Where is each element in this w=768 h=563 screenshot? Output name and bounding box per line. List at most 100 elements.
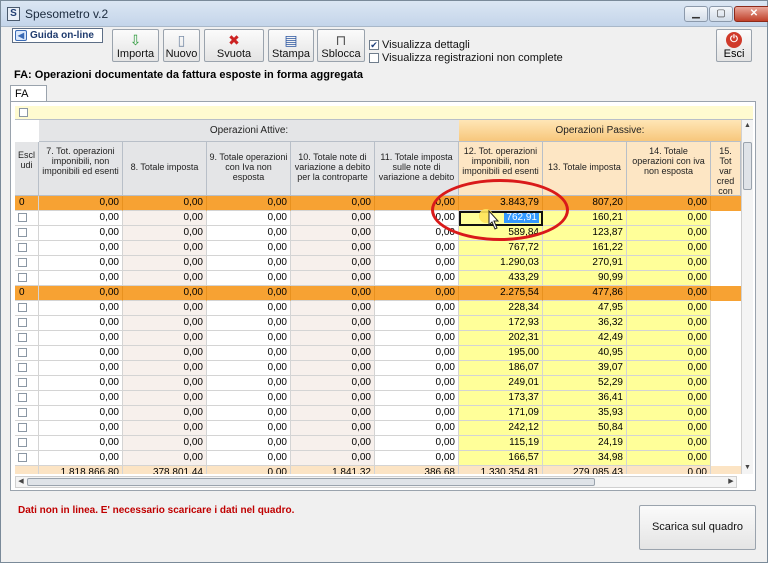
exit-button[interactable]: ⏻ Esci: [716, 29, 752, 62]
cell-col-8[interactable]: 0,00: [123, 211, 207, 226]
cell-col-8[interactable]: 0,00: [123, 391, 207, 406]
vertical-scrollbar[interactable]: ▲ ▼: [741, 120, 753, 474]
cell-col-10[interactable]: 0,00: [291, 211, 375, 226]
cell-col-10[interactable]: 0,00: [291, 301, 375, 316]
cell-col-14[interactable]: 0,00: [627, 421, 711, 436]
cell-col-14[interactable]: 0,00: [627, 346, 711, 361]
help-online-button[interactable]: ◀ Guida on-line: [12, 28, 103, 43]
cell-col-9[interactable]: 0,00: [207, 421, 291, 436]
cell-col-10[interactable]: 0,00: [291, 196, 375, 211]
table-row[interactable]: 0,00 0,00 0,00 0,00 0,00 166,57 34,98 0,00: [15, 451, 741, 466]
cell-col-9[interactable]: 0,00: [207, 301, 291, 316]
cell-col-12[interactable]: 195,00: [459, 346, 543, 361]
cell-col-14[interactable]: 0,00: [627, 466, 711, 474]
row-checkbox[interactable]: [18, 438, 27, 447]
cell-col-11[interactable]: 0,00: [375, 451, 459, 466]
cell-col-9[interactable]: 0,00: [207, 346, 291, 361]
cell-col-9[interactable]: 0,00: [207, 196, 291, 211]
cell-col-12[interactable]: 172,93: [459, 316, 543, 331]
cell-col-13[interactable]: 36,41: [543, 391, 627, 406]
column-header-7[interactable]: 7. Tot. operazioni imponibili, non impon…: [39, 142, 123, 196]
cell-col-13[interactable]: 47,95: [543, 301, 627, 316]
table-row[interactable]: 0,00 0,00 0,00 0,00 0,00 202,31 42,49 0,00: [15, 331, 741, 346]
stampa-button[interactable]: ▤ Stampa: [268, 29, 314, 62]
cell-col-12[interactable]: 767,72: [459, 241, 543, 256]
cell-col-10[interactable]: 0,00: [291, 271, 375, 286]
row-checkbox[interactable]: [18, 408, 27, 417]
exclude-checkbox[interactable]: [15, 331, 39, 346]
row-checkbox[interactable]: [18, 243, 27, 252]
cell-col-7[interactable]: 0,00: [39, 286, 123, 301]
cell-col-7[interactable]: 0,00: [39, 331, 123, 346]
cell-col-7[interactable]: 0,00: [39, 421, 123, 436]
exclude-checkbox[interactable]: [15, 451, 39, 466]
horizontal-scroll-thumb[interactable]: [27, 478, 595, 486]
cell-col-9[interactable]: 0,00: [207, 466, 291, 474]
group-row[interactable]: 0 0,00 0,00 0,00 0,00 0,00 2.275,54 477,86 0,00: [15, 286, 741, 301]
cell-col-7[interactable]: 0,00: [39, 211, 123, 226]
cell-col-10[interactable]: 0,00: [291, 421, 375, 436]
cell-col-10[interactable]: 0,00: [291, 406, 375, 421]
exclude-checkbox[interactable]: [15, 376, 39, 391]
column-header-8[interactable]: 8. Totale imposta: [123, 142, 207, 196]
cell-col-9[interactable]: 0,00: [207, 226, 291, 241]
select-all-checkbox[interactable]: [19, 108, 28, 117]
cell-col-12[interactable]: 228,34: [459, 301, 543, 316]
cell-col-7[interactable]: 0,00: [39, 301, 123, 316]
exclude-checkbox[interactable]: [15, 346, 39, 361]
column-header-9[interactable]: 9. Totale operazioni con Iva non esposta: [207, 142, 291, 196]
exclude-checkbox[interactable]: [15, 256, 39, 271]
cell-col-7[interactable]: 0,00: [39, 196, 123, 211]
row-checkbox[interactable]: [18, 318, 27, 327]
row-checkbox[interactable]: [18, 333, 27, 342]
show-details-checkbox[interactable]: ✔: [369, 40, 379, 50]
cell-col-9[interactable]: 0,00: [207, 391, 291, 406]
table-row[interactable]: 0,00 0,00 0,00 0,00 0,00 242,12 50,84 0,00: [15, 421, 741, 436]
exclude-checkbox[interactable]: [15, 361, 39, 376]
cell-col-11[interactable]: 0,00: [375, 256, 459, 271]
row-checkbox[interactable]: [18, 363, 27, 372]
row-checkbox[interactable]: [18, 258, 27, 267]
cell-col-14[interactable]: 0,00: [627, 301, 711, 316]
cell-col-8[interactable]: 0,00: [123, 316, 207, 331]
cell-col-11[interactable]: 0,00: [375, 436, 459, 451]
cell-col-13[interactable]: 36,32: [543, 316, 627, 331]
cell-col-10[interactable]: 0,00: [291, 376, 375, 391]
cell-col-7[interactable]: 0,00: [39, 376, 123, 391]
cell-col-9[interactable]: 0,00: [207, 331, 291, 346]
cell-col-11[interactable]: 0,00: [375, 241, 459, 256]
cell-col-10[interactable]: 0,00: [291, 361, 375, 376]
cell-col-13[interactable]: 40,95: [543, 346, 627, 361]
cell-col-9[interactable]: 0,00: [207, 316, 291, 331]
cell-col-14[interactable]: 0,00: [627, 376, 711, 391]
cell-col-7[interactable]: 0,00: [39, 346, 123, 361]
table-row[interactable]: 0,00 0,00 0,00 0,00 0,00 173,37 36,41 0,00: [15, 391, 741, 406]
cell-col-9[interactable]: 0,00: [207, 406, 291, 421]
cell-col-7[interactable]: 0,00: [39, 241, 123, 256]
cell-col-11[interactable]: 0,00: [375, 391, 459, 406]
cell-col-8[interactable]: 0,00: [123, 451, 207, 466]
row-checkbox[interactable]: [18, 213, 27, 222]
cell-col-13[interactable]: 279.085,43: [543, 466, 627, 474]
cell-col-13[interactable]: 90,99: [543, 271, 627, 286]
cell-col-10[interactable]: 0,00: [291, 436, 375, 451]
cell-col-8[interactable]: 0,00: [123, 436, 207, 451]
cell-col-11[interactable]: 0,00: [375, 406, 459, 421]
column-header-13[interactable]: 13. Totale imposta: [543, 142, 627, 196]
table-row[interactable]: 0,00 0,00 0,00 0,00 0,00 115,19 24,19 0,00: [15, 436, 741, 451]
cell-col-8[interactable]: 0,00: [123, 226, 207, 241]
cell-col-9[interactable]: 0,00: [207, 286, 291, 301]
table-row[interactable]: 0,00 0,00 0,00 0,00 0,00 589,84 123,87 0,00: [15, 226, 741, 241]
cell-col-12[interactable]: 202,31: [459, 331, 543, 346]
cell-col-11[interactable]: 0,00: [375, 316, 459, 331]
tab-fa[interactable]: FA: [10, 85, 47, 102]
cell-col-10[interactable]: 0,00: [291, 451, 375, 466]
column-header-15[interactable]: 15. Tot var cred con: [711, 142, 741, 196]
scroll-right-arrow-icon[interactable]: ▶: [726, 477, 736, 487]
cell-col-8[interactable]: 0,00: [123, 421, 207, 436]
cell-col-12[interactable]: 171,09: [459, 406, 543, 421]
table-row[interactable]: 0,00 0,00 0,00 0,00 0,00 1.290,03 270,91 0,00: [15, 256, 741, 271]
cell-col-7[interactable]: 0,00: [39, 316, 123, 331]
cell-col-10[interactable]: 0,00: [291, 316, 375, 331]
cell-col-9[interactable]: 0,00: [207, 451, 291, 466]
